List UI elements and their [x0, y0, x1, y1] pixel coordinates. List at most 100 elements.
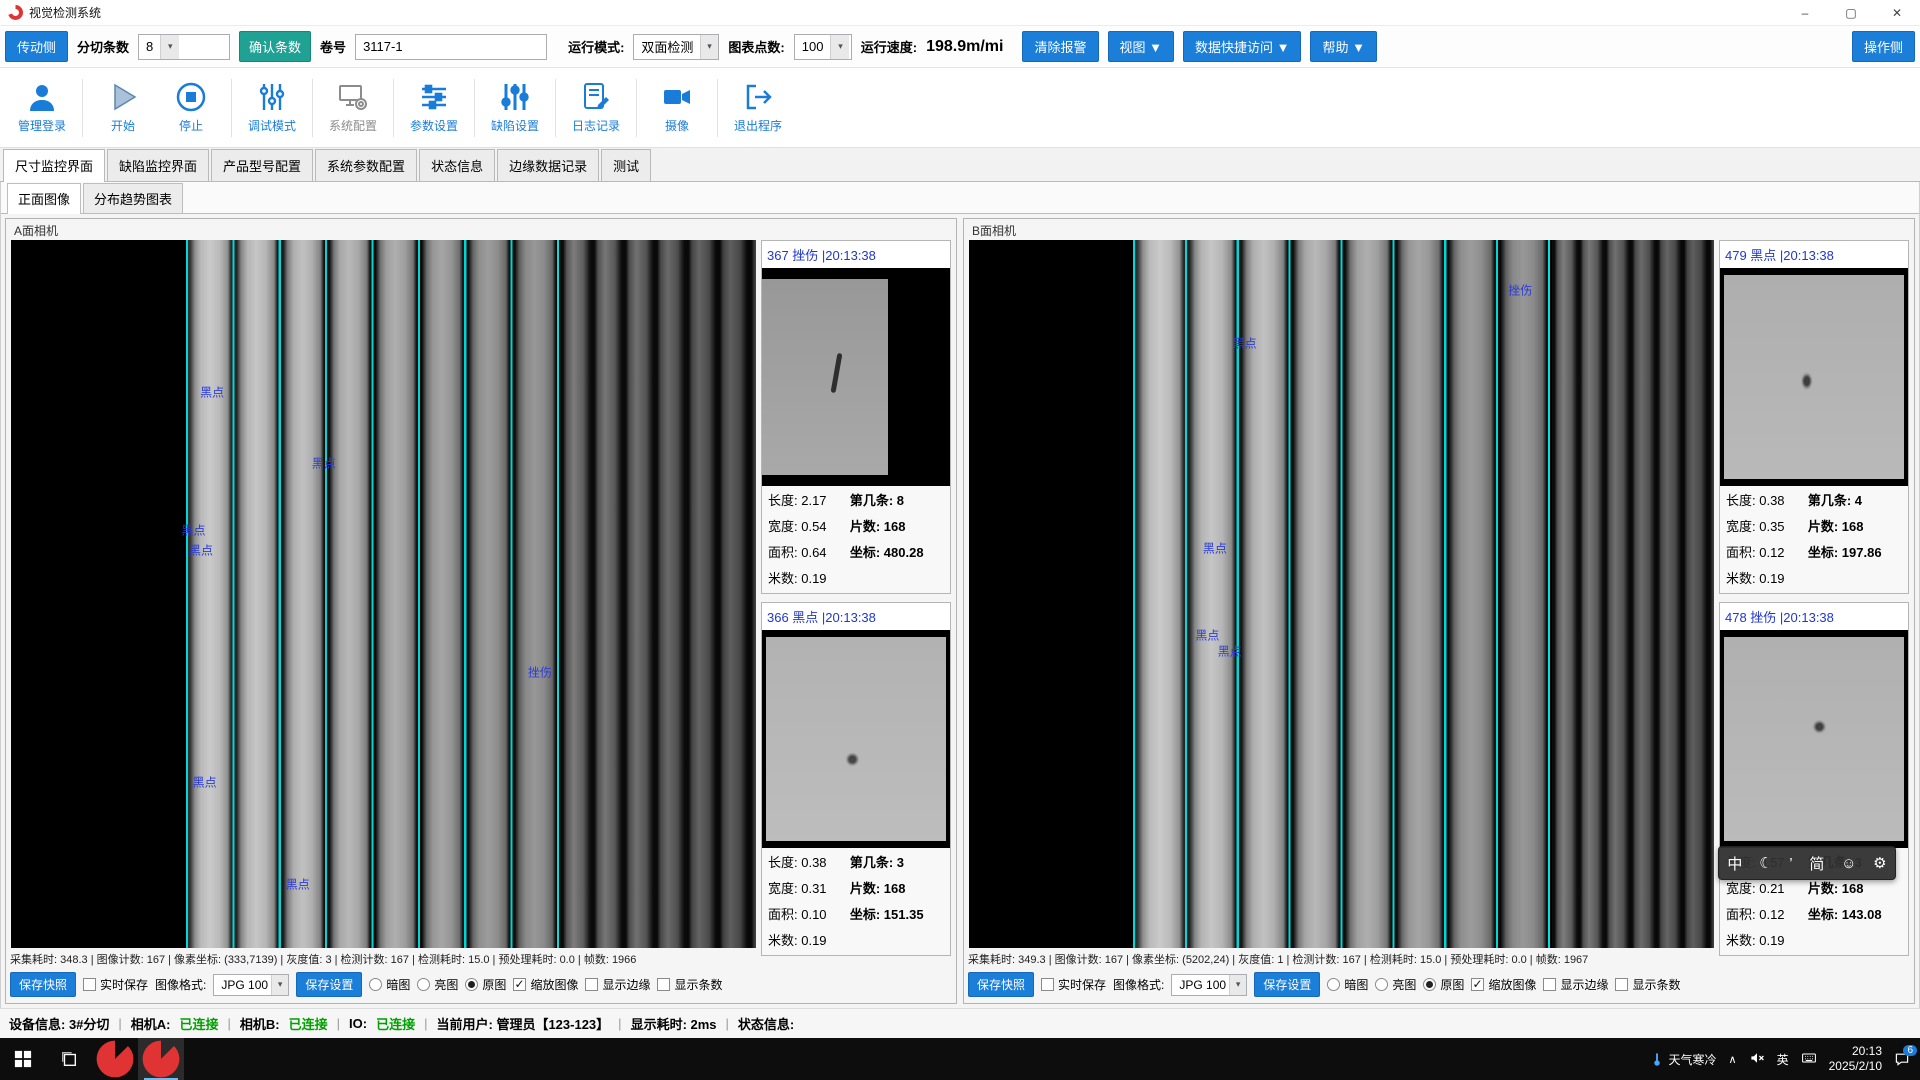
- subtab-trend-chart[interactable]: 分布趋势图表: [83, 183, 183, 213]
- tab-defect-monitor[interactable]: 缺陷监控界面: [107, 149, 209, 181]
- slit-count-select[interactable]: 8 ▾: [138, 34, 230, 60]
- gear-icon[interactable]: ⚙: [1871, 854, 1888, 872]
- defect-card[interactable]: 479 黑点 |20:13:38 长度: 0.38第几条: 4 宽度: 0.35…: [1719, 240, 1909, 594]
- volume-muted-button[interactable]: [1749, 1050, 1765, 1069]
- taskbar-app[interactable]: [92, 1038, 138, 1080]
- touch-keyboard-button[interactable]: [1801, 1050, 1817, 1069]
- clock-time: 20:13: [1852, 1044, 1882, 1059]
- system-config-button[interactable]: 系统配置: [321, 72, 385, 144]
- clock[interactable]: 20:13 2025/2/10: [1829, 1044, 1882, 1074]
- panel-a-title: A面相机: [6, 219, 956, 240]
- subtab-front-image[interactable]: 正面图像: [7, 183, 81, 214]
- ime-simplified-mode[interactable]: 简: [1807, 853, 1826, 874]
- save-settings-button[interactable]: 保存设置: [296, 972, 362, 997]
- save-snapshot-button[interactable]: 保存快照: [10, 972, 76, 997]
- log-record-button[interactable]: 日志记录: [564, 72, 628, 144]
- defect-card[interactable]: 478 挫伤 |20:13:38 长度: 0.57第几条: 3 宽度: 0.21…: [1719, 602, 1909, 956]
- maximize-button[interactable]: ▢: [1828, 0, 1874, 25]
- defect-card[interactable]: 366 黑点 |20:13:38 长度: 0.38第几条: 3 宽度: 0.31…: [761, 602, 951, 956]
- roll-number-input[interactable]: 3117-1: [355, 34, 547, 60]
- chevron-down-icon[interactable]: ▾: [160, 35, 179, 59]
- tab-product-config[interactable]: 产品型号配置: [211, 149, 313, 181]
- admin-login-button[interactable]: 管理登录: [10, 72, 74, 144]
- exit-program-button[interactable]: 退出程序: [726, 72, 790, 144]
- confirm-count-button[interactable]: 确认条数: [239, 31, 311, 62]
- camera-a-status-line: 采集耗时: 348.3 | 图像计数: 167 | 像素坐标: (333,713…: [6, 948, 956, 969]
- bright-image-radio[interactable]: 亮图: [417, 976, 458, 993]
- defect-settings-button[interactable]: 缺陷设置: [483, 72, 547, 144]
- start-button[interactable]: 开始: [91, 72, 155, 144]
- show-count-label: 显示条数: [1632, 976, 1680, 993]
- show-edge-checkbox[interactable]: 显示边缘: [1543, 976, 1608, 993]
- stat-piece-count: 片数: 168: [850, 516, 944, 535]
- tab-status-info[interactable]: 状态信息: [419, 149, 495, 181]
- zoom-image-checkbox[interactable]: 缩放图像: [513, 976, 578, 993]
- operator-side-button[interactable]: 操作侧: [1852, 31, 1915, 62]
- start-button[interactable]: [0, 1038, 46, 1080]
- camera-image-a[interactable]: 黑点 黑点 黑点 黑点 挫伤 黑点 黑点: [11, 240, 756, 948]
- zoom-image-checkbox[interactable]: 缩放图像: [1471, 976, 1536, 993]
- help-menu-button[interactable]: 帮助 ▼: [1310, 31, 1376, 62]
- ime-chinese-mode[interactable]: 中: [1725, 853, 1744, 874]
- defect-sliders-icon: [499, 81, 531, 113]
- taskbar-app-active[interactable]: [138, 1038, 184, 1080]
- stop-button[interactable]: 停止: [159, 72, 223, 144]
- tab-size-monitor[interactable]: 尺寸监控界面: [3, 149, 105, 182]
- realtime-save-checkbox[interactable]: 实时保存: [83, 976, 148, 993]
- chart-points-select[interactable]: 100 ▾: [794, 34, 852, 60]
- tray-expand-button[interactable]: ∧: [1729, 1053, 1737, 1066]
- weather-widget[interactable]: 天气寒冷: [1649, 1051, 1717, 1068]
- weather-text: 天气寒冷: [1669, 1051, 1717, 1068]
- app-window: 视觉检测系统 – ▢ ✕ 传动侧 分切条数 8 ▾ 确认条数 卷号 3117-1…: [0, 0, 1920, 1080]
- bright-image-radio[interactable]: 亮图: [1375, 976, 1416, 993]
- camera-image-b[interactable]: 挫伤 黑点 黑点 黑点 黑点: [969, 240, 1714, 948]
- quick-data-menu-button[interactable]: 数据快捷访问 ▼: [1183, 31, 1301, 62]
- stat-coordinate: 坐标: 197.86: [1808, 542, 1902, 561]
- emoji-icon[interactable]: ☺: [1839, 855, 1858, 872]
- chevron-down-icon[interactable]: ▾: [1229, 975, 1246, 995]
- chevron-down-icon[interactable]: ▾: [700, 35, 719, 59]
- run-mode-select[interactable]: 双面检测 ▾: [633, 34, 719, 60]
- show-count-checkbox[interactable]: 显示条数: [657, 976, 722, 993]
- tab-test[interactable]: 测试: [601, 149, 651, 181]
- realtime-save-checkbox[interactable]: 实时保存: [1041, 976, 1106, 993]
- radio-icon: [369, 978, 382, 991]
- show-edge-checkbox[interactable]: 显示边缘: [585, 976, 650, 993]
- defect-marker: 黑点: [312, 455, 336, 472]
- moon-icon[interactable]: ☾: [1757, 854, 1774, 872]
- notification-center-button[interactable]: 6: [1894, 1051, 1910, 1067]
- save-snapshot-button[interactable]: 保存快照: [968, 972, 1034, 997]
- task-view-button[interactable]: [46, 1038, 92, 1080]
- ime-toolbar[interactable]: 中 ☾ ’ 简 ☺ ⚙: [1718, 846, 1896, 880]
- save-settings-button[interactable]: 保存设置: [1254, 972, 1320, 997]
- punctuation-mode-icon[interactable]: ’: [1787, 855, 1794, 872]
- image-format-select[interactable]: JPG 100▾: [1171, 974, 1247, 996]
- debug-mode-button[interactable]: 调试模式: [240, 72, 304, 144]
- debug-mode-label: 调试模式: [248, 117, 296, 134]
- show-count-checkbox[interactable]: 显示条数: [1615, 976, 1680, 993]
- user-icon: [26, 81, 58, 113]
- tab-edge-data[interactable]: 边缘数据记录: [497, 149, 599, 181]
- defect-card[interactable]: 367 挫伤 |20:13:38 长度: 2.17第几条: 8 宽度: 0.54…: [761, 240, 951, 594]
- close-button[interactable]: ✕: [1874, 0, 1920, 25]
- original-image-radio[interactable]: 原图: [1423, 976, 1464, 993]
- drive-side-button[interactable]: 传动侧: [5, 31, 68, 62]
- clear-alarm-button[interactable]: 清除报警: [1022, 31, 1098, 62]
- view-menu-button[interactable]: 视图 ▼: [1108, 31, 1174, 62]
- capture-button[interactable]: 摄像: [645, 72, 709, 144]
- chevron-down-icon[interactable]: ▾: [271, 975, 288, 995]
- chevron-down-icon[interactable]: ▾: [830, 35, 849, 59]
- input-language-indicator[interactable]: 英: [1777, 1051, 1789, 1068]
- realtime-save-label: 实时保存: [1058, 976, 1106, 993]
- param-settings-button[interactable]: 参数设置: [402, 72, 466, 144]
- tab-system-params[interactable]: 系统参数配置: [315, 149, 417, 181]
- image-format-select[interactable]: JPG 100▾: [213, 974, 289, 996]
- stat-strip-no: 第几条: 4: [1808, 490, 1902, 509]
- separator: |: [726, 1016, 729, 1031]
- defect-mark: [830, 353, 842, 393]
- stat-area: 面积: 0.10: [768, 904, 850, 923]
- minimize-button[interactable]: –: [1782, 0, 1828, 25]
- original-image-radio[interactable]: 原图: [465, 976, 506, 993]
- dark-image-radio[interactable]: 暗图: [1327, 976, 1368, 993]
- dark-image-radio[interactable]: 暗图: [369, 976, 410, 993]
